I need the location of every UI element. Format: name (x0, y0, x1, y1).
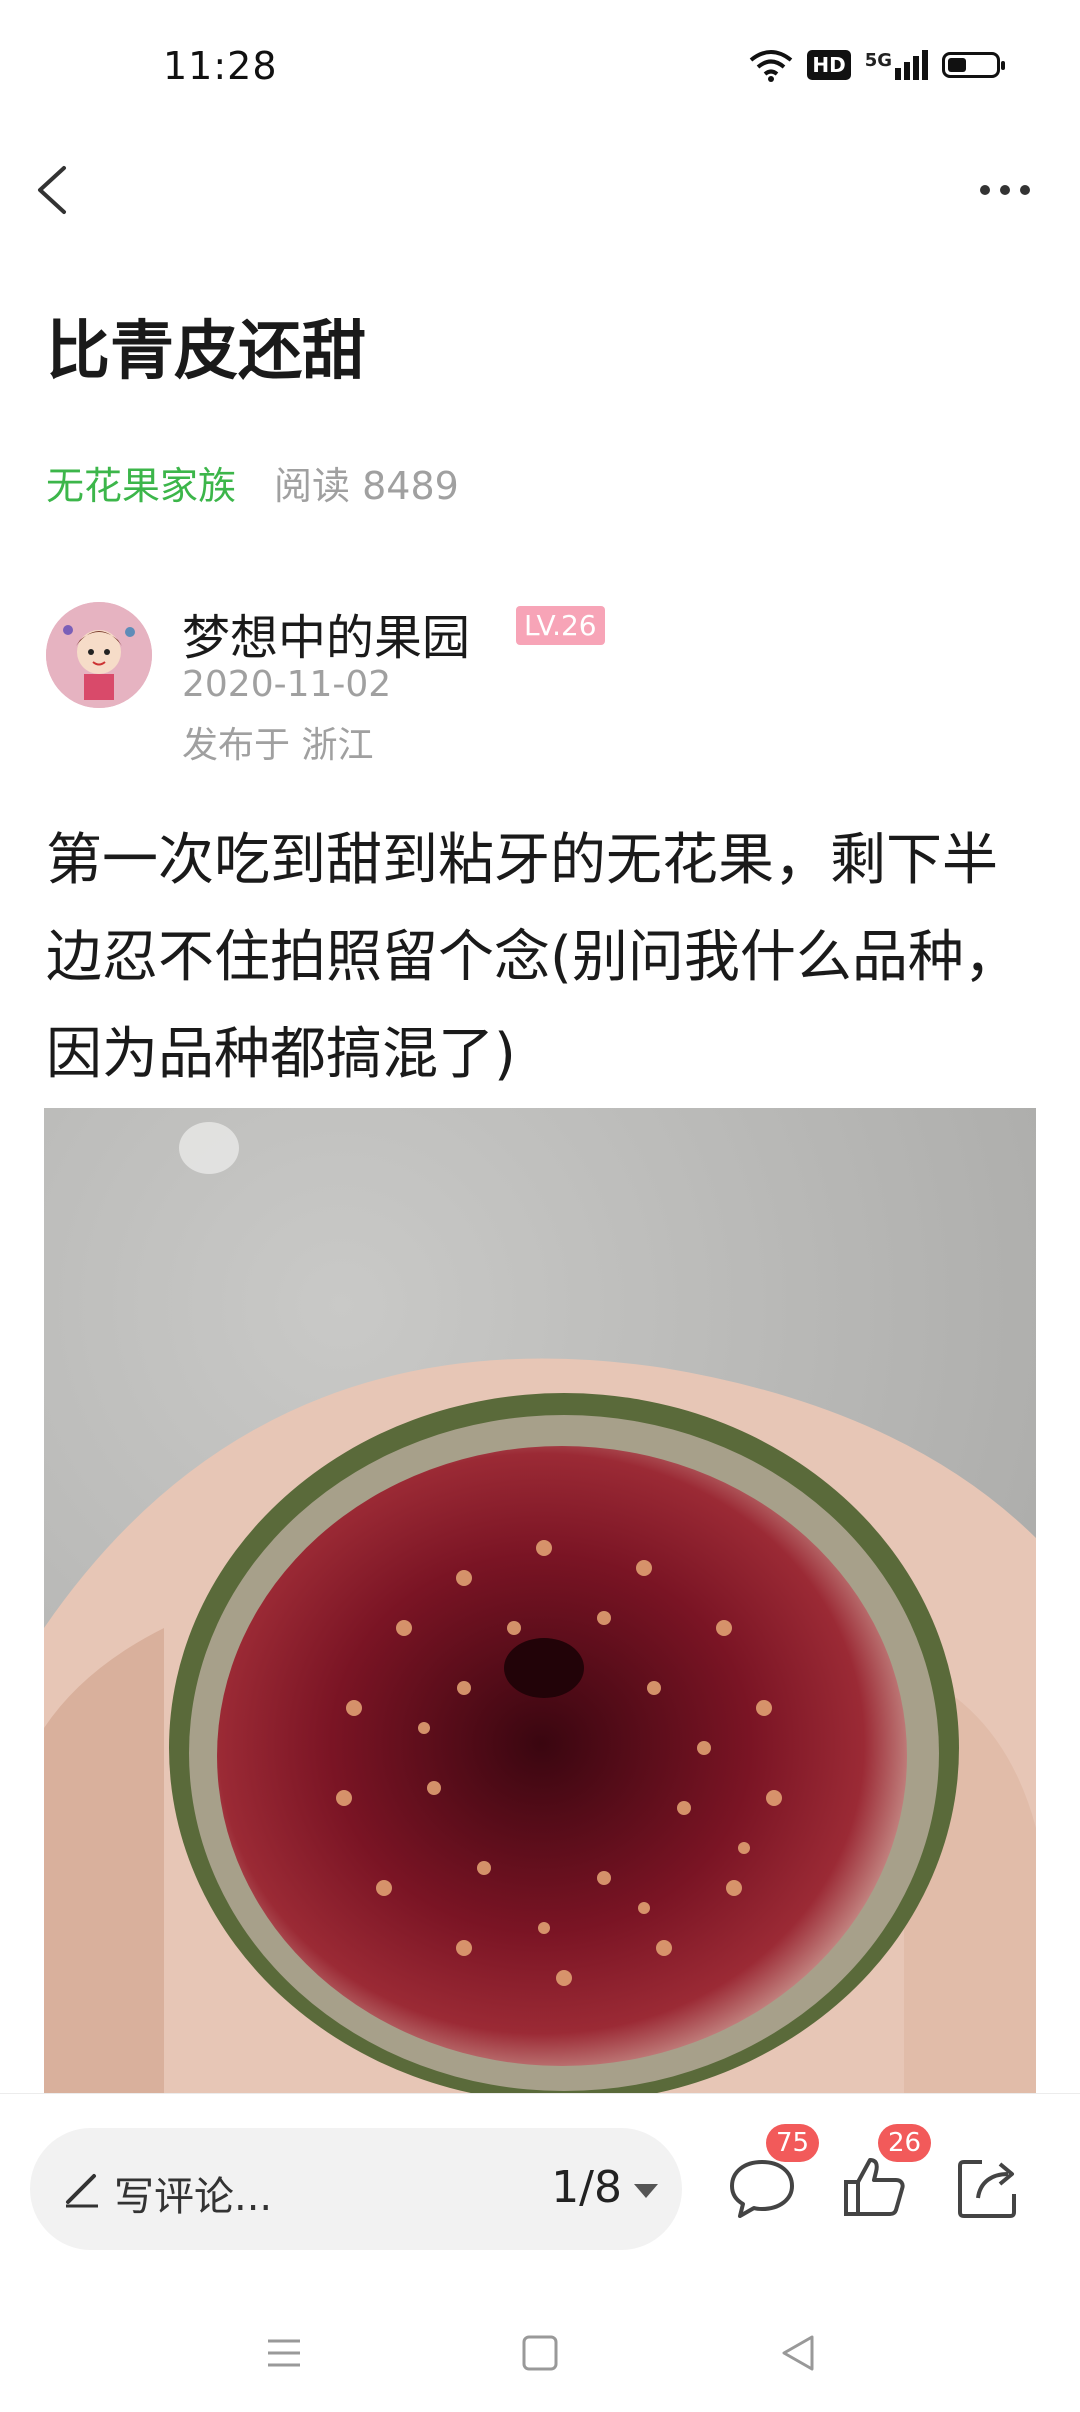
signal-5g-icon: 5G (865, 50, 928, 80)
avatar-image (46, 602, 152, 708)
home-square-icon (522, 2335, 558, 2371)
back-arrow-icon (38, 166, 66, 214)
hd-icon: HD (807, 50, 851, 80)
comments-button[interactable]: 75 (726, 2124, 820, 2224)
back-button[interactable] (26, 160, 86, 220)
post-title: 比青皮还甜 (46, 315, 366, 389)
avatar[interactable] (46, 602, 152, 708)
system-nav-bar (0, 2293, 1080, 2412)
page-indicator[interactable]: 1/8 (551, 2162, 622, 2213)
wifi-icon (750, 50, 793, 82)
thumbs-up-icon (844, 2158, 905, 2216)
top-nav (0, 140, 1080, 240)
menu-icon (268, 2339, 300, 2367)
system-back-button[interactable] (768, 2323, 828, 2383)
like-button[interactable]: 26 (838, 2124, 932, 2224)
fig-photo-illustration (44, 1108, 1036, 2093)
comment-bubble-icon (730, 2160, 794, 2218)
post-date: 2020-11-02 (182, 664, 392, 705)
back-triangle-icon (782, 2335, 814, 2371)
post-body: 第一次吃到甜到粘牙的无花果，剩下半边忍不住拍照留个念(别问我什么品种，因为品种都… (46, 828, 1020, 1087)
battery-fill (948, 58, 967, 72)
comment-placeholder: 写评论... (114, 2174, 273, 2220)
more-options-button[interactable] (970, 172, 1040, 208)
pen-icon (66, 2174, 98, 2208)
author-name[interactable]: 梦想中的果园 (182, 598, 470, 668)
group-link[interactable]: 无花果家族 (46, 455, 236, 510)
battery-icon (942, 52, 1005, 78)
home-button[interactable] (510, 2323, 570, 2383)
like-count-badge: 26 (878, 2124, 932, 2162)
read-count: 阅读 8489 (274, 464, 459, 508)
menu-button[interactable] (254, 2323, 314, 2383)
status-icons: HD 5G (749, 48, 1005, 82)
comment-count-badge: 75 (766, 2124, 820, 2162)
level-badge: LV.26 (516, 606, 605, 645)
more-dots-icon (980, 185, 1030, 195)
author-info: 梦想中的果园 LV.26 2020-11-02 发布于 浙江 (46, 598, 1036, 768)
status-bar: 11:28 HD 5G (0, 0, 1080, 140)
post-location: 发布于 浙江 (182, 725, 374, 766)
post-photo[interactable] (44, 1108, 1036, 2093)
bottom-action-bar: 写评论... 1/8 75 26 (0, 2093, 1080, 2294)
share-button[interactable] (952, 2152, 1024, 2224)
comment-input[interactable]: 写评论... 1/8 (30, 2128, 682, 2250)
network-type-label: 5G (864, 50, 892, 71)
chevron-down-icon[interactable] (634, 2184, 658, 2198)
share-icon (958, 2160, 1016, 2218)
post-meta: 无花果家族 阅读 8489 (46, 455, 459, 510)
status-time: 11:28 (163, 44, 278, 88)
